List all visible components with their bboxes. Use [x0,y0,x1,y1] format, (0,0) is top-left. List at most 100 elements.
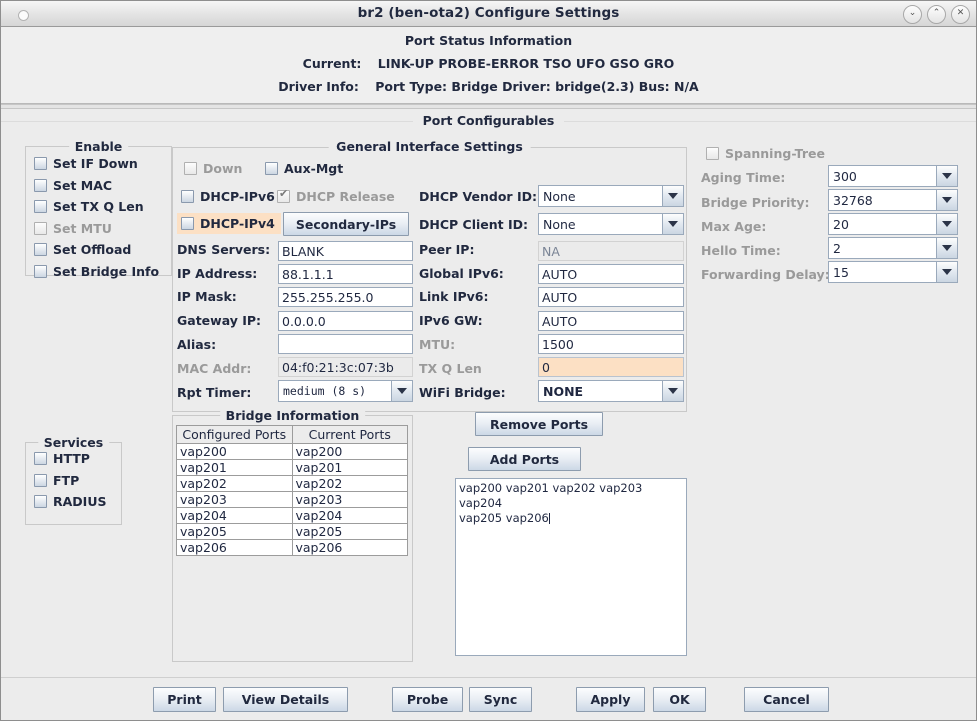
checkbox-label: Set MTU [53,220,112,236]
ip-mask-input[interactable]: 255.255.255.0 [278,287,413,307]
chevron-down-icon[interactable] [936,214,957,234]
table-row[interactable]: vap206 vap206 [176,539,408,556]
global-ipv6-label: Global IPv6: [419,266,504,281]
ports-textarea[interactable]: vap200 vap201 vap202 vap203 vap204 vap20… [455,478,687,656]
checkbox-icon[interactable] [34,200,47,213]
checkbox-http[interactable]: HTTP [34,451,121,466]
checkbox-icon[interactable] [34,157,47,170]
alias-label: Alias: [177,337,217,352]
checkbox-aux-mgt[interactable]: Aux-Mgt [265,161,343,176]
checkbox-down: Down [184,161,242,176]
chevron-down-icon[interactable] [662,214,683,234]
wifi-bridge-combo[interactable]: NONE [538,380,684,402]
tx-q-len-input[interactable]: 0 [538,357,684,377]
apply-button[interactable]: Apply [576,687,645,712]
bridge-priority-combo[interactable]: 32768 [828,189,958,211]
table-row[interactable]: vap200 vap200 [176,443,408,460]
hello-time-combo[interactable]: 2 [828,237,958,259]
checkbox-icon[interactable] [265,162,278,175]
add-ports-button[interactable]: Add Ports [468,447,581,471]
table-row[interactable]: vap204 vap204 [176,507,408,524]
rpt-timer-label: Rpt Timer: [177,385,252,400]
chevron-down-icon[interactable] [936,262,957,282]
gateway-ip-input[interactable]: 0.0.0.0 [278,311,413,331]
sync-button[interactable]: Sync [469,687,532,712]
probe-button[interactable]: Probe [392,687,463,712]
chevron-down-icon[interactable] [936,238,957,258]
table-row[interactable]: vap201 vap201 [176,459,408,476]
checkbox-set-mac[interactable]: Set MAC [34,178,171,193]
bridge-priority-label: Bridge Priority: [701,195,810,210]
services-group-title: Services [37,435,110,450]
checkbox-icon[interactable] [181,190,194,203]
cancel-button[interactable]: Cancel [744,687,829,712]
checkbox-ftp[interactable]: FTP [34,473,121,488]
alias-label-row: Alias: [177,337,216,352]
mac-addr-label-row: MAC Addr: [177,361,251,376]
checkbox-set-if-down[interactable]: Set IF Down [34,156,171,171]
chevron-down-icon[interactable] [662,186,683,206]
mtu-label: MTU: [419,337,456,352]
table-row[interactable]: vap203 vap203 [176,491,408,508]
checkbox-dhcp-ipv6[interactable]: DHCP-IPv6 [181,189,275,204]
aging-time-combo[interactable]: 300 [828,165,958,187]
aging-time-value: 300 [833,169,857,184]
dhcp-vendor-id-combo[interactable]: None [538,185,684,207]
minimize-icon[interactable]: ⌄ [903,5,922,24]
global-ipv6-input[interactable]: AUTO [538,264,684,284]
checkbox-icon[interactable] [34,178,47,192]
close-icon[interactable]: ✕ [951,5,970,24]
chevron-down-icon[interactable] [936,166,957,186]
rpt-timer-combo[interactable]: medium (8 s) [278,380,413,402]
checkbox-icon[interactable] [34,495,47,508]
forwarding-delay-value: 15 [833,265,849,280]
ip-address-input[interactable]: 88.1.1.1 [278,264,413,284]
link-ipv6-input[interactable]: AUTO [538,287,684,307]
secondary-ips-button[interactable]: Secondary-IPs [283,212,409,236]
dns-servers-label-row: DNS Servers: [177,242,270,257]
checkbox-set-bridge-info[interactable]: Set Bridge Info [34,264,171,279]
chevron-down-icon[interactable] [662,381,683,401]
checkbox-icon [277,187,290,203]
ok-button[interactable]: OK [653,687,706,712]
maximize-icon[interactable]: ⌃ [927,5,946,24]
chevron-down-icon[interactable] [391,381,412,401]
table-cell: vap200 [176,443,293,460]
checkbox-dhcp-ipv4[interactable]: DHCP-IPv4 [177,213,281,234]
table-row[interactable]: vap205 vap205 [176,523,408,540]
checkbox-icon[interactable] [181,217,194,230]
alias-input[interactable] [278,334,413,354]
table-cell: vap202 [291,475,408,492]
max-age-combo[interactable]: 20 [828,213,958,235]
table-cell: vap203 [176,491,293,508]
mtu-input[interactable]: 1500 [538,334,684,354]
window-controls: ⌄ ⌃ ✕ [903,5,970,24]
forwarding-delay-label: Forwarding Delay: [701,267,830,282]
checkbox-icon[interactable] [34,264,47,278]
checkbox-icon[interactable] [34,473,47,487]
remove-ports-button[interactable]: Remove Ports [475,412,603,436]
checkbox-radius[interactable]: RADIUS [34,494,121,509]
hello-time-label-row: Hello Time: [701,243,781,258]
print-button[interactable]: Print [153,687,216,712]
checkbox-icon[interactable] [34,243,47,256]
checkbox-set-tx-q-len[interactable]: Set TX Q Len [34,199,171,214]
column-header-current-ports[interactable]: Current Ports [291,425,408,444]
chevron-down-icon[interactable] [936,190,957,210]
column-header-configured-ports[interactable]: Configured Ports [176,425,293,444]
tx-q-len-label: TX Q Len [419,361,482,376]
checkbox-label: Spanning-Tree [725,146,825,161]
dhcp-client-id-combo[interactable]: None [538,213,684,235]
checkbox-icon[interactable] [34,452,47,465]
checkbox-label: Set MAC [53,177,113,193]
wifi-bridge-label-row: WiFi Bridge: [419,385,506,400]
checkbox-set-offload[interactable]: Set Offload [34,242,171,257]
view-details-button[interactable]: View Details [223,687,348,712]
port-status-information: Port Status Information Current: LINK-UP… [1,27,976,104]
ipv6-gw-input[interactable]: AUTO [538,311,684,331]
forwarding-delay-label-row: Forwarding Delay: [701,267,830,282]
dns-servers-input[interactable]: BLANK [278,241,413,261]
forwarding-delay-combo[interactable]: 15 [828,261,958,283]
table-row[interactable]: vap202 vap202 [176,475,408,492]
wifi-bridge-label: WiFi Bridge: [419,385,506,400]
